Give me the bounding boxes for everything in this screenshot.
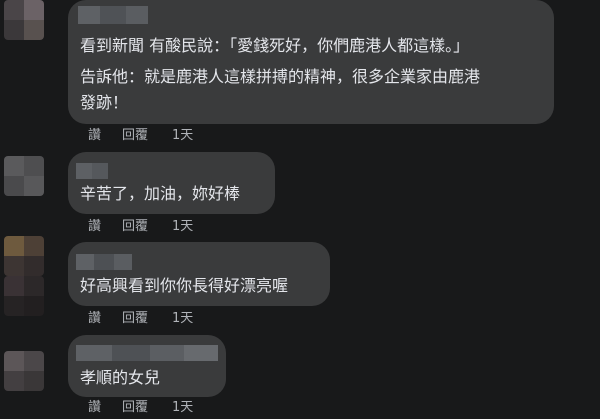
commenter-name-blurred[interactable]	[78, 6, 148, 24]
like-button[interactable]: 讚	[88, 127, 101, 145]
timestamp[interactable]: 1天	[172, 310, 193, 328]
comment-bubble: 辛苦了，加油，妳好棒	[68, 152, 275, 214]
reply-button[interactable]: 回覆	[122, 127, 148, 145]
comment-bubble: 看到新聞 有酸民說：「愛錢死好，你們鹿港人都這樣。」 告訴他：就是鹿港人這樣拼搏…	[68, 0, 554, 124]
comment-item: 辛苦了，加油，妳好棒 讚 回覆 1天	[0, 150, 600, 240]
comment-text: 看到新聞 有酸民說：「愛錢死好，你們鹿港人都這樣。」	[80, 36, 470, 55]
comment-text: 好高興看到你你長得好漂亮喔	[80, 276, 289, 295]
comment-bubble: 好高興看到你你長得好漂亮喔	[68, 242, 330, 306]
commenter-name-blurred[interactable]	[76, 345, 218, 361]
avatar-shadow	[4, 276, 44, 316]
like-button[interactable]: 讚	[88, 399, 101, 417]
comment-text: 辛苦了，加油，妳好棒	[80, 184, 241, 203]
reply-button[interactable]: 回覆	[122, 399, 148, 417]
reply-button[interactable]: 回覆	[122, 310, 148, 328]
comment-text: 發跡！	[80, 93, 129, 112]
comment-item: 好高興看到你你長得好漂亮喔 讚 回覆 1天	[0, 236, 600, 333]
like-button[interactable]: 讚	[88, 218, 101, 236]
comment-text: 告訴他：就是鹿港人這樣拼搏的精神，很多企業家由鹿港	[80, 67, 481, 86]
comment-text: 孝順的女兒	[80, 368, 161, 387]
timestamp[interactable]: 1天	[172, 127, 193, 145]
commenter-name-blurred[interactable]	[76, 254, 132, 270]
timestamp[interactable]: 1天	[172, 218, 193, 236]
comment-item: 看到新聞 有酸民說：「愛錢死好，你們鹿港人都這樣。」 告訴他：就是鹿港人這樣拼搏…	[0, 0, 600, 150]
like-button[interactable]: 讚	[88, 310, 101, 328]
commenter-name-blurred[interactable]	[76, 163, 108, 179]
comment-bubble: 孝順的女兒	[68, 335, 226, 397]
avatar[interactable]	[4, 236, 44, 276]
reply-button[interactable]: 回覆	[122, 218, 148, 236]
avatar[interactable]	[4, 156, 44, 196]
comment-item: 孝順的女兒 讚 回覆 1天	[0, 333, 600, 419]
timestamp[interactable]: 1天	[172, 399, 193, 417]
comment-feed: 看到新聞 有酸民說：「愛錢死好，你們鹿港人都這樣。」 告訴他：就是鹿港人這樣拼搏…	[0, 0, 600, 419]
avatar[interactable]	[4, 351, 44, 391]
avatar[interactable]	[4, 0, 44, 40]
